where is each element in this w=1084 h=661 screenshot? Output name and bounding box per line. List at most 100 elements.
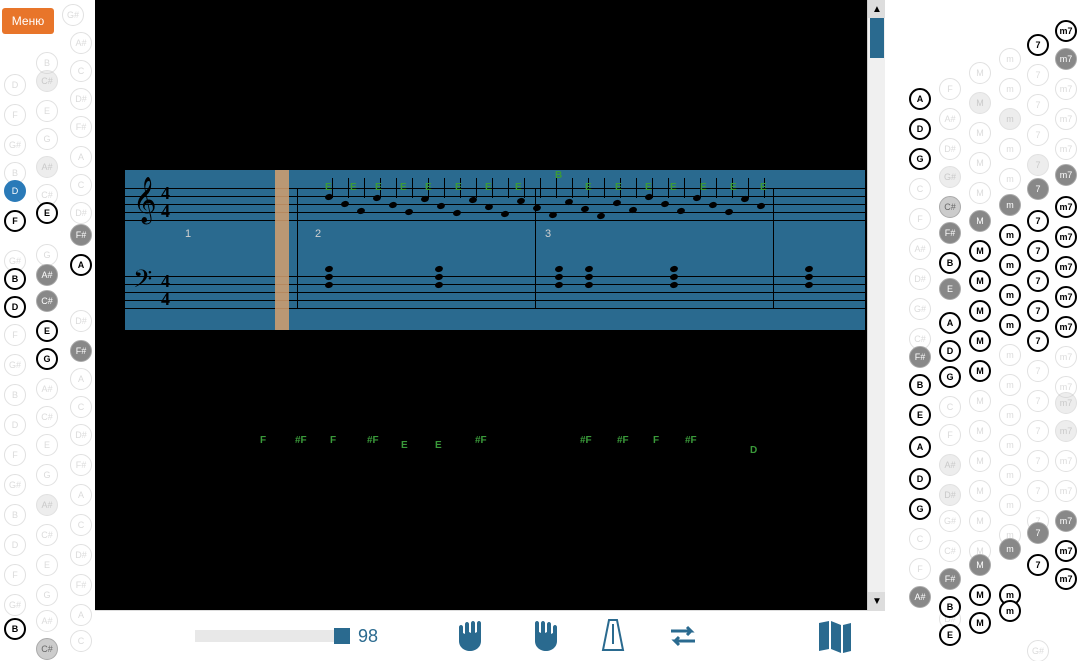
bass-m[interactable]: m bbox=[999, 434, 1021, 456]
key-G[interactable]: G bbox=[36, 128, 58, 150]
bass-B[interactable]: B bbox=[939, 596, 961, 618]
key-G[interactable]: G bbox=[36, 584, 58, 606]
bass-G#[interactable]: G# bbox=[1027, 640, 1049, 661]
bass-F#[interactable]: F# bbox=[939, 222, 961, 244]
key-A[interactable]: A bbox=[70, 368, 92, 390]
bass-M[interactable]: M bbox=[969, 554, 991, 576]
bass-A#[interactable]: A# bbox=[909, 586, 931, 608]
key-F[interactable]: F bbox=[4, 564, 26, 586]
playback-cursor[interactable] bbox=[275, 170, 289, 330]
key-C#[interactable]: C# bbox=[36, 406, 58, 428]
bass-7[interactable]: 7 bbox=[1027, 522, 1049, 544]
bass-G#[interactable]: G# bbox=[939, 510, 961, 532]
key-F[interactable]: F bbox=[4, 210, 26, 232]
key-E[interactable]: E bbox=[36, 320, 58, 342]
key-D#[interactable]: D# bbox=[70, 310, 92, 332]
bass-A#[interactable]: A# bbox=[939, 454, 961, 476]
bass-F[interactable]: F bbox=[909, 558, 931, 580]
key-F#[interactable]: F# bbox=[70, 116, 92, 138]
bass-m[interactable]: m bbox=[999, 224, 1021, 246]
key-C#[interactable]: C# bbox=[36, 70, 58, 92]
bass-7[interactable]: 7 bbox=[1027, 34, 1049, 56]
bass-M[interactable]: M bbox=[969, 240, 991, 262]
bass-M[interactable]: M bbox=[969, 420, 991, 442]
key-F[interactable]: F bbox=[4, 444, 26, 466]
key-C[interactable]: C bbox=[70, 60, 92, 82]
bass-F#[interactable]: F# bbox=[909, 346, 931, 368]
bass-7[interactable]: 7 bbox=[1027, 300, 1049, 322]
bass-m7[interactable]: m7 bbox=[1055, 568, 1077, 590]
bass-m[interactable]: m bbox=[999, 464, 1021, 486]
left-hand-button[interactable] bbox=[453, 616, 493, 656]
bass-M[interactable]: M bbox=[969, 330, 991, 352]
bass-7[interactable]: 7 bbox=[1027, 64, 1049, 86]
bass-7[interactable]: 7 bbox=[1027, 330, 1049, 352]
key-F#[interactable]: F# bbox=[70, 574, 92, 596]
bass-7[interactable]: 7 bbox=[1027, 554, 1049, 576]
bass-M[interactable]: M bbox=[969, 300, 991, 322]
bass-B[interactable]: B bbox=[939, 252, 961, 274]
bass-m[interactable]: m bbox=[999, 538, 1021, 560]
bass-m7[interactable]: m7 bbox=[1055, 420, 1077, 442]
bass-C[interactable]: C bbox=[909, 528, 931, 550]
scroll-up-icon[interactable]: ▲ bbox=[868, 0, 885, 18]
bass-m7[interactable]: m7 bbox=[1055, 480, 1077, 502]
score-area[interactable]: 𝄞 𝄢 44 44 1 2 3 EEEEEEEEBEEEEEEE F#FF#FE… bbox=[95, 0, 885, 610]
bass-m[interactable]: m bbox=[999, 48, 1021, 70]
bass-7[interactable]: 7 bbox=[1027, 210, 1049, 232]
bass-m7[interactable]: m7 bbox=[1055, 20, 1077, 42]
key-E[interactable]: E bbox=[36, 202, 58, 224]
key-G#[interactable]: G# bbox=[4, 594, 26, 616]
bass-m[interactable]: m bbox=[999, 108, 1021, 130]
bass-m7[interactable]: m7 bbox=[1055, 108, 1077, 130]
scroll-down-icon[interactable]: ▼ bbox=[868, 592, 885, 610]
bass-D#[interactable]: D# bbox=[939, 138, 961, 160]
key-A#[interactable]: A# bbox=[36, 494, 58, 516]
bass-M[interactable]: M bbox=[969, 92, 991, 114]
bass-M[interactable]: M bbox=[969, 182, 991, 204]
bass-D#[interactable]: D# bbox=[909, 268, 931, 290]
key-C[interactable]: C bbox=[70, 396, 92, 418]
bass-F#[interactable]: F# bbox=[939, 568, 961, 590]
key-C[interactable]: C bbox=[70, 630, 92, 652]
loop-button[interactable] bbox=[663, 616, 703, 656]
bass-M[interactable]: M bbox=[969, 210, 991, 232]
score-scrollbar[interactable]: ▲ ▼ bbox=[867, 0, 885, 610]
bass-7[interactable]: 7 bbox=[1027, 124, 1049, 146]
bass-m[interactable]: m bbox=[999, 138, 1021, 160]
key-D[interactable]: D bbox=[4, 74, 26, 96]
key-E[interactable]: E bbox=[36, 100, 58, 122]
bass-M[interactable]: M bbox=[969, 480, 991, 502]
bass-G#[interactable]: G# bbox=[909, 298, 931, 320]
bass-7[interactable]: 7 bbox=[1027, 450, 1049, 472]
bass-C#[interactable]: C# bbox=[939, 540, 961, 562]
key-G[interactable]: G bbox=[36, 244, 58, 266]
bass-m[interactable]: m bbox=[999, 254, 1021, 276]
bass-A[interactable]: A bbox=[909, 88, 931, 110]
bass-F[interactable]: F bbox=[909, 208, 931, 230]
key-G#[interactable]: G# bbox=[4, 354, 26, 376]
key-F#[interactable]: F# bbox=[70, 224, 92, 246]
key-A#[interactable]: A# bbox=[70, 32, 92, 54]
key-E[interactable]: E bbox=[36, 554, 58, 576]
bass-m7[interactable]: m7 bbox=[1055, 510, 1077, 532]
key-C[interactable]: C bbox=[70, 514, 92, 536]
bass-M[interactable]: M bbox=[969, 122, 991, 144]
bass-D[interactable]: D bbox=[939, 340, 961, 362]
key-D[interactable]: D bbox=[4, 180, 26, 202]
bass-M[interactable]: M bbox=[969, 62, 991, 84]
bass-m[interactable]: m bbox=[999, 284, 1021, 306]
bass-A#[interactable]: A# bbox=[939, 108, 961, 130]
key-G#[interactable]: G# bbox=[4, 134, 26, 156]
metronome-button[interactable] bbox=[593, 616, 633, 656]
bass-m7[interactable]: m7 bbox=[1055, 78, 1077, 100]
bass-M[interactable]: M bbox=[969, 584, 991, 606]
bass-m7[interactable]: m7 bbox=[1055, 392, 1077, 414]
key-D[interactable]: D bbox=[4, 296, 26, 318]
bass-M[interactable]: M bbox=[969, 152, 991, 174]
key-D#[interactable]: D# bbox=[70, 88, 92, 110]
key-C[interactable]: C bbox=[70, 174, 92, 196]
bass-7[interactable]: 7 bbox=[1027, 178, 1049, 200]
menu-button[interactable]: Меню bbox=[2, 8, 54, 34]
key-A[interactable]: A bbox=[70, 604, 92, 626]
